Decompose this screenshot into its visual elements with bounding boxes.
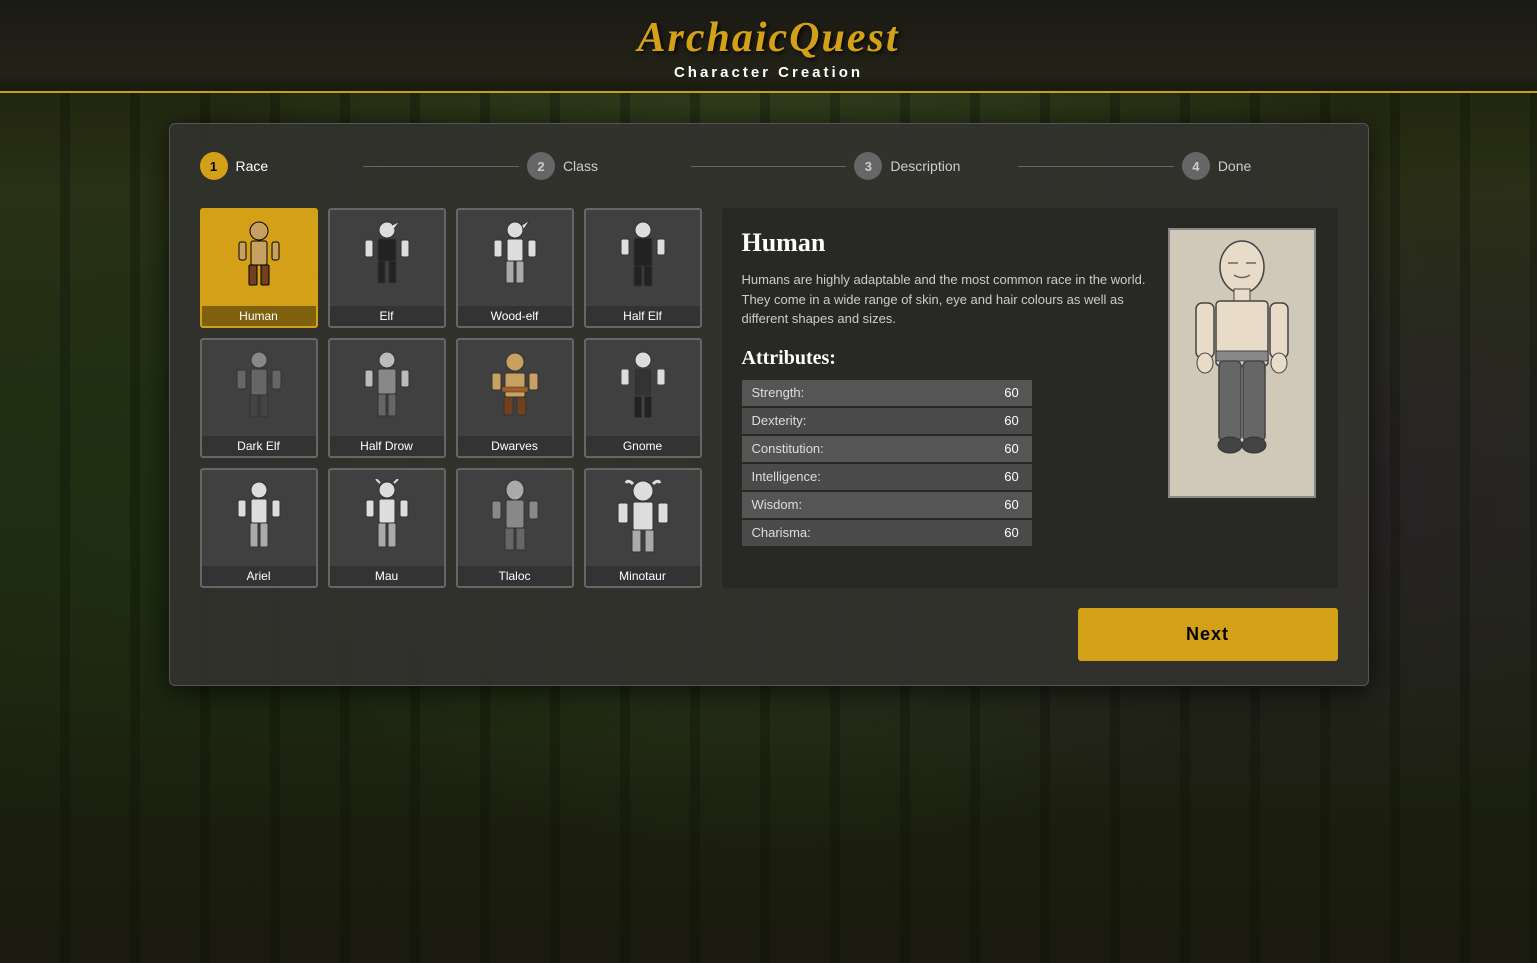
race-image-human	[202, 210, 316, 306]
race-image-mau	[330, 470, 444, 566]
race-card-half-elf[interactable]: Half Elf	[584, 208, 702, 328]
step-circle-3: 3	[854, 152, 882, 180]
race-label-wood-elf: Wood-elf	[458, 306, 572, 326]
header: ArchaicQuest Character Creation	[0, 0, 1537, 93]
race-image-half-elf	[586, 210, 700, 306]
next-button[interactable]: Next	[1078, 608, 1338, 661]
creation-panel: 1 Race 2 Class 3 Description 4 Done	[169, 123, 1369, 686]
race-description: Humans are highly adaptable and the most…	[742, 270, 1152, 329]
race-card-dwarves[interactable]: Dwarves	[456, 338, 574, 458]
attributes-grid: Strength:60Dexterity:60Constitution:60In…	[742, 380, 1032, 546]
step-circle-1: 1	[200, 152, 228, 180]
main-area: 1 Race 2 Class 3 Description 4 Done	[0, 93, 1537, 716]
step-3: 3 Description	[854, 152, 1010, 180]
race-label-human: Human	[202, 306, 316, 326]
race-card-wood-elf[interactable]: Wood-elf	[456, 208, 574, 328]
attr-name-3: Intelligence:	[742, 464, 992, 490]
race-label-gnome: Gnome	[586, 436, 700, 456]
attr-value-2: 60	[992, 436, 1032, 462]
attr-item-0: Strength:60	[742, 380, 1032, 406]
race-card-half-drow[interactable]: Half Drow	[328, 338, 446, 458]
step-label-4: Done	[1218, 158, 1251, 174]
attributes-title: Attributes:	[742, 347, 1152, 370]
race-label-half-elf: Half Elf	[586, 306, 700, 326]
race-grid: Human Elf	[200, 208, 702, 588]
step-label-1: Race	[236, 158, 269, 174]
steps-bar: 1 Race 2 Class 3 Description 4 Done	[200, 152, 1338, 180]
attr-value-1: 60	[992, 408, 1032, 434]
race-image-elf	[330, 210, 444, 306]
info-panel: Human Humans are highly adaptable and th…	[722, 208, 1338, 588]
race-label-half-drow: Half Drow	[330, 436, 444, 456]
attr-item-2: Constitution:60	[742, 436, 1032, 462]
race-image-dark-elf	[202, 340, 316, 436]
race-label-dark-elf: Dark Elf	[202, 436, 316, 456]
step-circle-4: 4	[1182, 152, 1210, 180]
race-image-tlaloc	[458, 470, 572, 566]
race-card-mau[interactable]: Mau	[328, 468, 446, 588]
race-image-minotaur	[586, 470, 700, 566]
step-label-3: Description	[890, 158, 960, 174]
attr-value-5: 60	[992, 520, 1032, 546]
race-card-dark-elf[interactable]: Dark Elf	[200, 338, 318, 458]
step-line-2	[691, 166, 847, 167]
race-card-elf[interactable]: Elf	[328, 208, 446, 328]
selected-race-name: Human	[742, 228, 1152, 258]
attr-name-4: Wisdom:	[742, 492, 992, 518]
race-image-dwarves	[458, 340, 572, 436]
race-card-ariel[interactable]: Ariel	[200, 468, 318, 588]
attr-name-1: Dexterity:	[742, 408, 992, 434]
race-label-tlaloc: Tlaloc	[458, 566, 572, 586]
info-left: Human Humans are highly adaptable and th…	[742, 228, 1152, 546]
race-image-gnome	[586, 340, 700, 436]
button-row: Next	[200, 608, 1338, 661]
attr-name-2: Constitution:	[742, 436, 992, 462]
attr-value-4: 60	[992, 492, 1032, 518]
attr-value-0: 60	[992, 380, 1032, 406]
attr-item-5: Charisma:60	[742, 520, 1032, 546]
attr-item-4: Wisdom:60	[742, 492, 1032, 518]
race-image-ariel	[202, 470, 316, 566]
race-label-mau: Mau	[330, 566, 444, 586]
attr-value-3: 60	[992, 464, 1032, 490]
app-subtitle: Character Creation	[0, 64, 1537, 81]
step-4: 4 Done	[1182, 152, 1338, 180]
race-card-gnome[interactable]: Gnome	[584, 338, 702, 458]
race-label-dwarves: Dwarves	[458, 436, 572, 456]
step-line-3	[1018, 166, 1174, 167]
portrait-box	[1168, 228, 1316, 498]
race-card-human[interactable]: Human	[200, 208, 318, 328]
race-image-half-drow	[330, 340, 444, 436]
portrait-area	[1168, 228, 1318, 546]
step-line-1	[363, 166, 519, 167]
attr-item-3: Intelligence:60	[742, 464, 1032, 490]
step-circle-2: 2	[527, 152, 555, 180]
app-title: ArchaicQuest	[0, 14, 1537, 62]
attr-name-5: Charisma:	[742, 520, 992, 546]
race-label-elf: Elf	[330, 306, 444, 326]
race-card-tlaloc[interactable]: Tlaloc	[456, 468, 574, 588]
race-card-minotaur[interactable]: Minotaur	[584, 468, 702, 588]
attr-name-0: Strength:	[742, 380, 992, 406]
race-label-minotaur: Minotaur	[586, 566, 700, 586]
race-image-wood-elf	[458, 210, 572, 306]
step-label-2: Class	[563, 158, 598, 174]
step-2: 2 Class	[527, 152, 683, 180]
step-1: 1 Race	[200, 152, 356, 180]
info-row: Human Humans are highly adaptable and th…	[742, 228, 1318, 546]
content-area: Human Elf	[200, 208, 1338, 588]
race-label-ariel: Ariel	[202, 566, 316, 586]
attr-item-1: Dexterity:60	[742, 408, 1032, 434]
